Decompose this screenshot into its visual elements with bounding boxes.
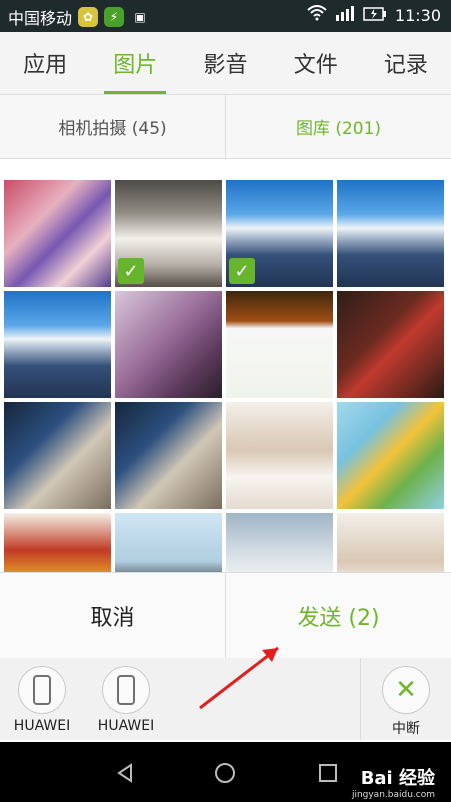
clock: 11:30 — [394, 5, 441, 25]
photo-thumbnail[interactable] — [337, 180, 444, 287]
sub-tabs: 相机拍摄 (45) 图库 (201) — [0, 95, 451, 159]
signal-icon — [335, 5, 355, 25]
photo-thumbnail[interactable] — [226, 291, 333, 398]
tab-gallery[interactable]: 图库 (201) — [225, 95, 451, 158]
charging-icon: ⚡ — [104, 7, 125, 27]
device-name: HUAWEI — [97, 718, 155, 734]
tab-media[interactable]: 影音 — [180, 32, 270, 94]
interrupt-label: 中断 — [392, 721, 420, 737]
photo-thumbnail[interactable] — [226, 513, 333, 572]
home-icon[interactable] — [210, 758, 240, 788]
tab-camera[interactable]: 相机拍摄 (45) — [0, 95, 225, 158]
divider — [360, 658, 361, 740]
selected-check-icon: ✓ — [229, 258, 255, 284]
app-notification-icon: ✿ — [78, 7, 99, 27]
watermark-url: jingyan.baidu.com — [351, 790, 435, 800]
tab-records[interactable]: 记录 — [361, 32, 451, 94]
status-bar: 中国移动 ✿ ⚡ ▣ 11:30 — [0, 0, 451, 32]
watermark-brand: Bai 经验 — [360, 768, 435, 789]
device-item[interactable]: HUAWEI — [2, 666, 82, 734]
photo-thumbnail[interactable] — [4, 291, 111, 398]
top-tabs: 应用 图片 影音 文件 记录 — [0, 32, 451, 95]
battery-icon — [363, 6, 387, 25]
photo-thumbnail[interactable] — [337, 291, 444, 398]
tab-files[interactable]: 文件 — [271, 32, 361, 94]
device-name: HUAWEI — [13, 718, 71, 734]
annotation-arrow — [199, 646, 279, 710]
tab-apps[interactable]: 应用 — [0, 32, 90, 94]
android-icon: ▣ — [134, 10, 146, 24]
photo-grid: ✓ ✓ — [0, 160, 451, 572]
selected-check-icon: ✓ — [118, 258, 144, 284]
phone-icon — [33, 675, 51, 705]
photo-thumbnail[interactable] — [4, 180, 111, 287]
navigation-bar: Bai 经验 jingyan.baidu.com — [0, 742, 451, 802]
wifi-icon — [307, 5, 327, 25]
phone-icon — [117, 675, 135, 705]
photo-thumbnail[interactable] — [337, 513, 444, 572]
back-icon[interactable] — [110, 758, 140, 788]
photo-thumbnail[interactable]: ✓ — [226, 180, 333, 287]
interrupt-button[interactable]: ✕ 中断 — [376, 666, 436, 738]
photo-thumbnail[interactable] — [226, 402, 333, 509]
tab-pictures[interactable]: 图片 — [90, 32, 180, 94]
device-item[interactable]: HUAWEI — [86, 666, 166, 734]
photo-thumbnail[interactable] — [115, 291, 222, 398]
recent-apps-icon[interactable] — [313, 758, 343, 788]
photo-thumbnail[interactable] — [115, 513, 222, 572]
status-left: 中国移动 ✿ ⚡ ▣ — [8, 5, 150, 29]
photo-thumbnail[interactable] — [115, 402, 222, 509]
photo-thumbnail[interactable]: ✓ — [115, 180, 222, 287]
photo-thumbnail[interactable] — [4, 513, 111, 572]
status-right: 11:30 — [307, 5, 441, 25]
carrier-name: 中国移动 — [8, 9, 73, 28]
photo-thumbnail[interactable] — [4, 402, 111, 509]
close-icon: ✕ — [382, 666, 430, 714]
watermark: Bai 经验 jingyan.baidu.com — [352, 764, 435, 800]
photo-thumbnail[interactable] — [337, 402, 444, 509]
